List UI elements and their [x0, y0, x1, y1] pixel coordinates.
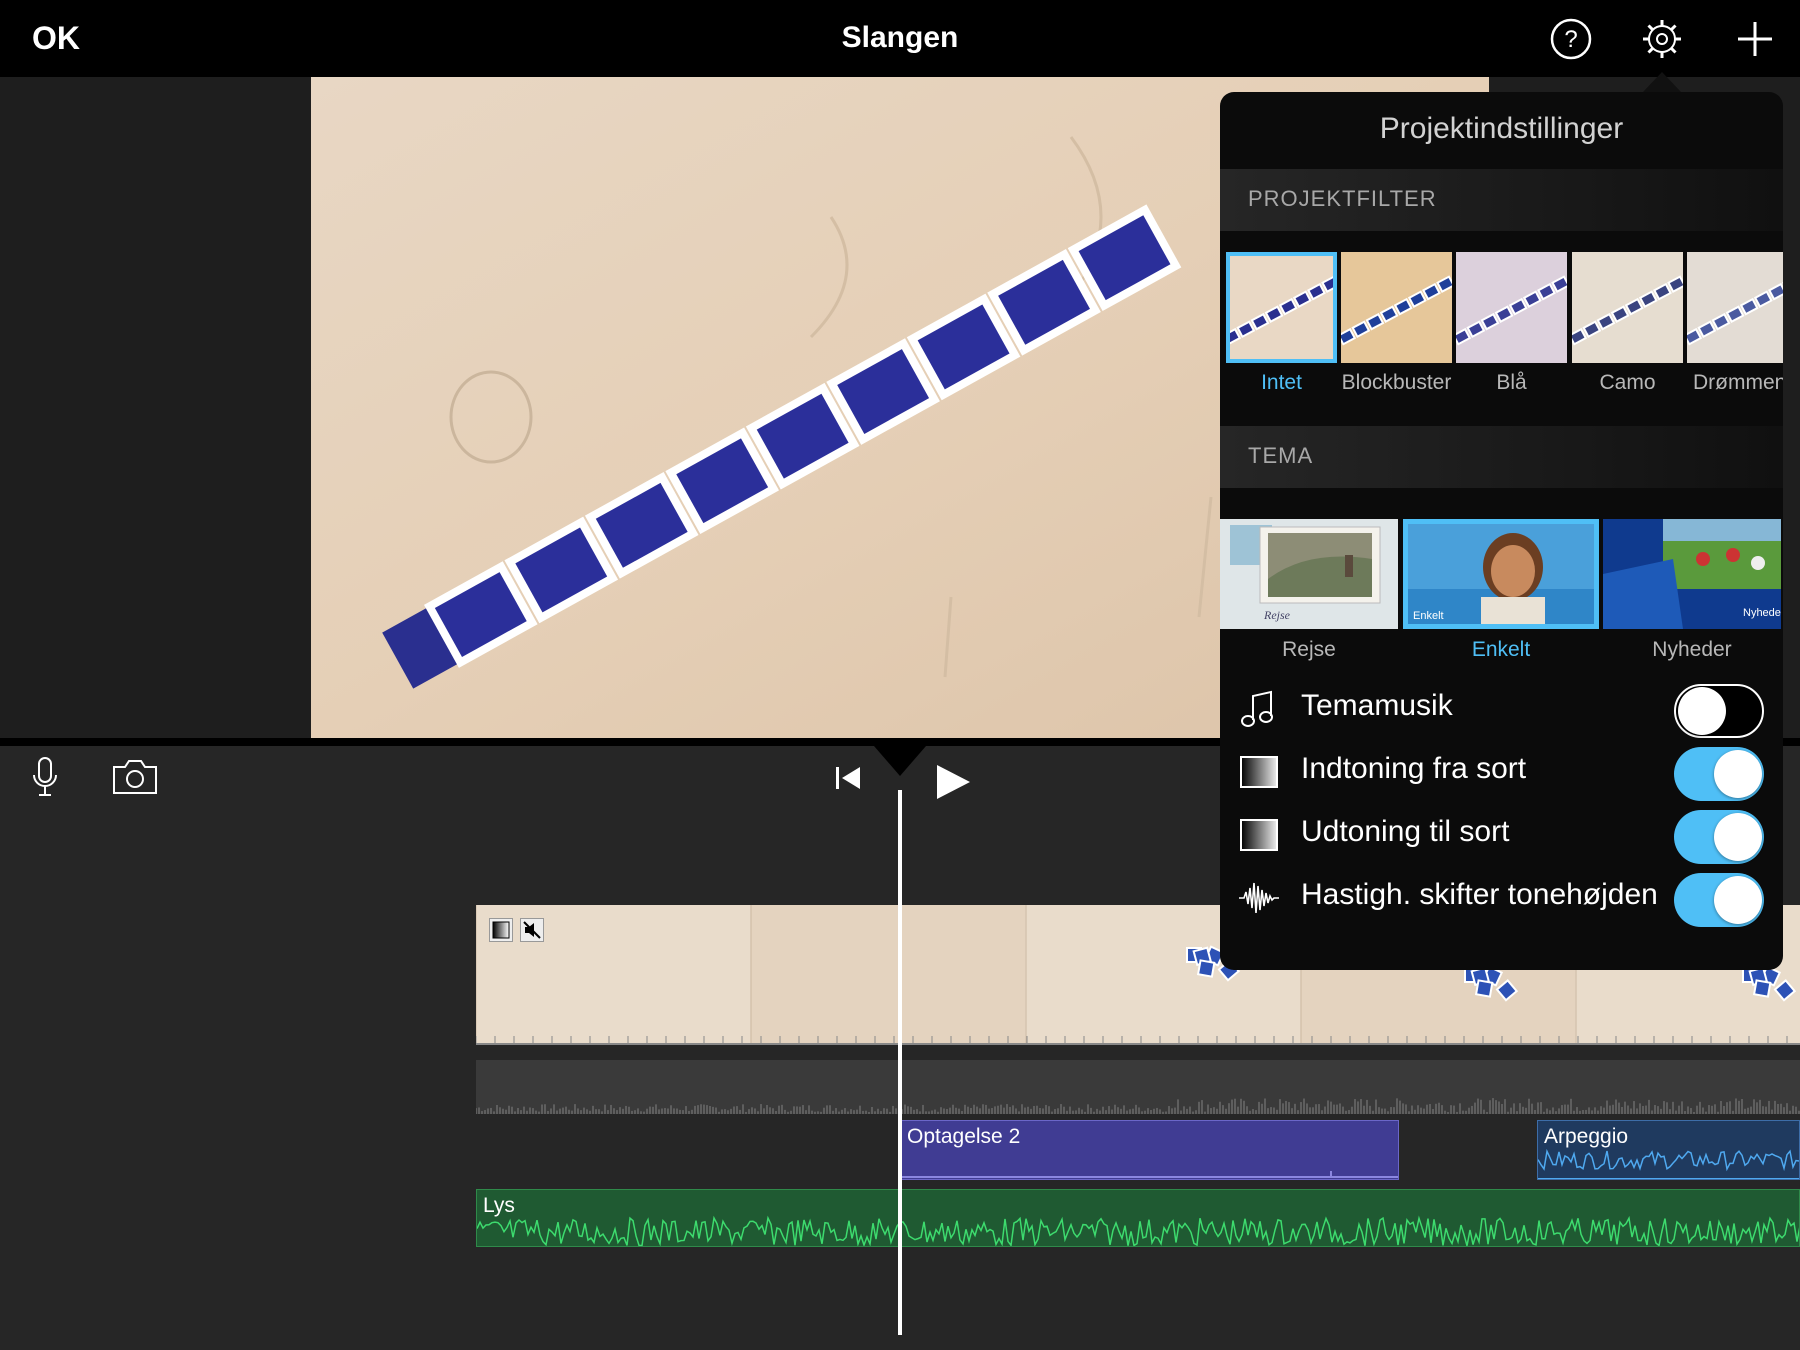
toggle-row-pitch: Hastigh. skifter tonehøjden [1220, 865, 1783, 927]
project-title: Slangen [841, 21, 959, 54]
filter-blockbuster[interactable]: Blockbuster [1341, 252, 1452, 395]
recording-clip[interactable]: Optagelse 2 [900, 1120, 1399, 1180]
project-settings-popover: Projektindstillinger PROJEKTFILTER Intet… [1220, 92, 1783, 970]
playhead-marker [874, 746, 926, 776]
fade-out-icon [1240, 819, 1278, 851]
theme-label: Rejse [1282, 638, 1336, 661]
filter-thumbnail [1226, 252, 1337, 363]
music-clip-label: Arpeggio [1544, 1125, 1629, 1148]
switch-knob [1714, 876, 1762, 924]
filter-label: Intet [1261, 371, 1302, 394]
filter-label: Blockbuster [1341, 371, 1452, 394]
theme-section-label: TEMA [1248, 443, 1314, 468]
pitch-switch[interactable] [1674, 873, 1764, 927]
svg-text:Rejse: Rejse [1263, 608, 1291, 622]
temamusik-switch[interactable] [1674, 684, 1764, 738]
theme-section-header: TEMA [1220, 426, 1783, 488]
fade-icon [489, 918, 513, 942]
theme-rejse[interactable]: Rejse Rejse [1220, 519, 1416, 662]
fade-out-switch[interactable] [1674, 810, 1764, 864]
toggle-row-temamusik: Temamusik [1220, 676, 1783, 738]
filter-thumbnail [1572, 252, 1683, 363]
toggle-label: Indtoning fra sort [1301, 752, 1527, 785]
switch-knob [1714, 750, 1762, 798]
muted-speaker-icon [520, 918, 544, 942]
background-music-clip[interactable]: Lys [476, 1189, 1800, 1247]
theme-nyheder[interactable]: Nyheder Nyheder [1603, 519, 1783, 662]
svg-text:Nyheder: Nyheder [1743, 607, 1781, 619]
popover-title: Projektindstillinger [1379, 112, 1624, 145]
filter-label: Camo [1599, 371, 1656, 394]
viewer-margin-left [0, 77, 311, 738]
recording-clip-label: Optagelse 2 [907, 1125, 1021, 1148]
help-icon[interactable]: ? [1549, 17, 1593, 61]
toggle-label: Hastigh. skifter tonehøjden [1301, 878, 1658, 911]
popover-arrow [1643, 72, 1681, 92]
theme-label: Enkelt [1471, 638, 1531, 661]
toggle-label: Udtoning til sort [1301, 815, 1510, 848]
filter-label: Blå [1496, 371, 1527, 394]
switch-knob [1678, 687, 1726, 735]
camera-icon[interactable] [111, 758, 159, 796]
plus-icon[interactable] [1733, 17, 1777, 61]
microphone-icon[interactable] [30, 756, 60, 798]
skip-to-start-icon[interactable] [833, 764, 863, 792]
filter-thumbnail [1687, 252, 1783, 363]
filter-blaa[interactable]: Blå [1456, 252, 1567, 395]
gear-icon[interactable] [1640, 17, 1684, 61]
theme-label: Nyheder [1652, 638, 1732, 661]
playhead[interactable] [898, 790, 902, 1335]
clip-audio-waveform [476, 1060, 1800, 1114]
switch-knob [1714, 813, 1762, 861]
svg-text:Enkelt: Enkelt [1413, 610, 1444, 622]
theme-thumbnail: Nyheder [1603, 519, 1781, 629]
toggle-row-fade-in: Indtoning fra sort [1220, 739, 1783, 801]
toggle-row-fade-out: Udtoning til sort [1220, 802, 1783, 864]
music-clip[interactable]: Arpeggio [1537, 1120, 1800, 1180]
filter-thumbnail [1456, 252, 1567, 363]
top-bar: OK Slangen ? [0, 0, 1800, 77]
filter-intet[interactable]: Intet [1226, 252, 1337, 395]
theme-thumbnail: Enkelt [1403, 519, 1599, 629]
fade-in-switch[interactable] [1674, 747, 1764, 801]
theme-enkelt[interactable]: Enkelt Enkelt [1403, 519, 1599, 662]
background-clip-label: Lys [483, 1194, 515, 1217]
filter-section-label: PROJEKTFILTER [1248, 186, 1437, 211]
music-note-icon [1241, 690, 1273, 727]
filter-droemmende[interactable]: Drømmende [1687, 252, 1783, 395]
filter-thumbnail [1341, 252, 1452, 363]
filter-camo[interactable]: Camo [1572, 252, 1683, 395]
toggle-label: Temamusik [1301, 689, 1453, 722]
fade-in-icon [1240, 756, 1278, 788]
play-icon[interactable] [934, 762, 972, 802]
filter-label: Drømmende [1693, 371, 1783, 394]
svg-text:?: ? [1564, 26, 1577, 53]
filter-section-header: PROJEKTFILTER [1220, 169, 1783, 231]
theme-thumbnail: Rejse [1220, 519, 1398, 629]
waveform-icon [1239, 882, 1279, 914]
